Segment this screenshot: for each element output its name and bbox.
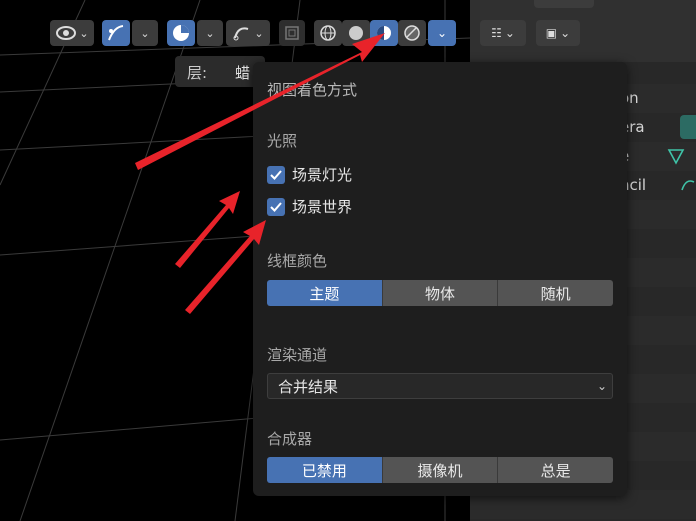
compositor-selector: 已禁用 摄像机 总是 [267,457,614,483]
rendered-sphere-icon [404,25,420,41]
mesh-triangle-icon[interactable] [666,146,686,166]
lighting-header: 光照 [267,132,298,150]
xray-toggle[interactable] [279,20,305,46]
compositor-always[interactable]: 总是 [498,457,614,483]
checkmark-icon [267,165,285,184]
wireframe-color-selector: 主题 物体 随机 [267,280,614,306]
wireframe-color-random[interactable]: 随机 [498,280,614,306]
chevron-down-icon: ⌄ [504,26,515,40]
shading-wireframe-button[interactable] [314,20,342,46]
wireframe-color-theme[interactable]: 主题 [267,280,383,306]
image-icon: ▣ [545,26,558,40]
scene-world-label: 场景世界 [292,198,353,216]
viewport-shading-popover: 视图着色方式 光照 场景灯光 场景世界 线框颜色 主题 物体 随机 渲染通道 合… [253,62,627,496]
material-sphere-icon [377,26,391,40]
eye-icon [56,26,77,40]
shading-solid-button[interactable] [342,20,370,46]
overlay-icon [173,25,189,41]
scene-lights-label: 场景灯光 [292,166,353,184]
xray-icon [285,26,299,40]
overlay-dropdown[interactable]: ⌄ [197,20,223,46]
compositor-header: 合成器 [267,430,313,448]
wireframe-color-header: 线框颜色 [267,252,328,270]
camera-data-icon[interactable] [680,115,696,139]
render-pass-value: 合并结果 [278,377,339,396]
edit-overlay-dropdown[interactable]: ⌄ [226,20,270,46]
shading-rendered-button[interactable] [398,20,426,46]
chevron-down-icon: ⌄ [205,26,215,40]
scene-world-checkbox[interactable]: 场景世界 [267,196,352,217]
checkmark-icon [267,197,285,216]
wireframe-sphere-icon [320,25,336,41]
chevron-down-icon: ⌄ [254,26,264,40]
solid-sphere-icon [349,26,363,40]
display-mode-dropdown[interactable]: ☷ ⌄ [480,20,526,46]
layer-bar: 层: 蜡 [175,56,265,87]
render-pass-dropdown[interactable]: 合并结果 ⌄ [267,373,613,399]
overlay-toggle[interactable] [167,20,195,46]
grease-pencil-icon[interactable] [680,176,696,194]
top-header-strip [534,0,594,8]
filter-dropdown[interactable]: ▣ ⌄ [536,20,580,46]
compositor-disabled[interactable]: 已禁用 [267,457,383,483]
chevron-down-icon: ⌄ [560,26,571,40]
gizmo-dropdown[interactable]: ⌄ [132,20,158,46]
gizmo-icon [108,25,124,41]
outliner-header: ☷ ⌄ ▣ ⌄ [470,0,696,62]
curve-edit-icon [233,27,249,41]
chevron-down-icon: ⌄ [436,26,448,40]
gizmo-toggle[interactable] [102,20,130,46]
popover-title: 视图着色方式 [267,81,358,99]
shading-material-button[interactable] [370,20,398,46]
visibility-dropdown[interactable]: ⌄ [50,20,94,46]
compositor-camera[interactable]: 摄像机 [382,457,499,483]
chevron-down-icon: ⌄ [140,26,150,40]
scene-lights-checkbox[interactable]: 场景灯光 [267,164,352,185]
chevron-down-icon: ⌄ [596,379,608,393]
shading-options-dropdown[interactable]: ⌄ [428,20,456,46]
tree-icon: ☷ [491,26,502,40]
layer-label: 层: [187,64,208,82]
chevron-down-icon: ⌄ [79,26,89,40]
render-pass-header: 渲染通道 [267,346,328,364]
layer-value[interactable]: 蜡 [235,62,250,83]
wireframe-color-object[interactable]: 物体 [382,280,499,306]
